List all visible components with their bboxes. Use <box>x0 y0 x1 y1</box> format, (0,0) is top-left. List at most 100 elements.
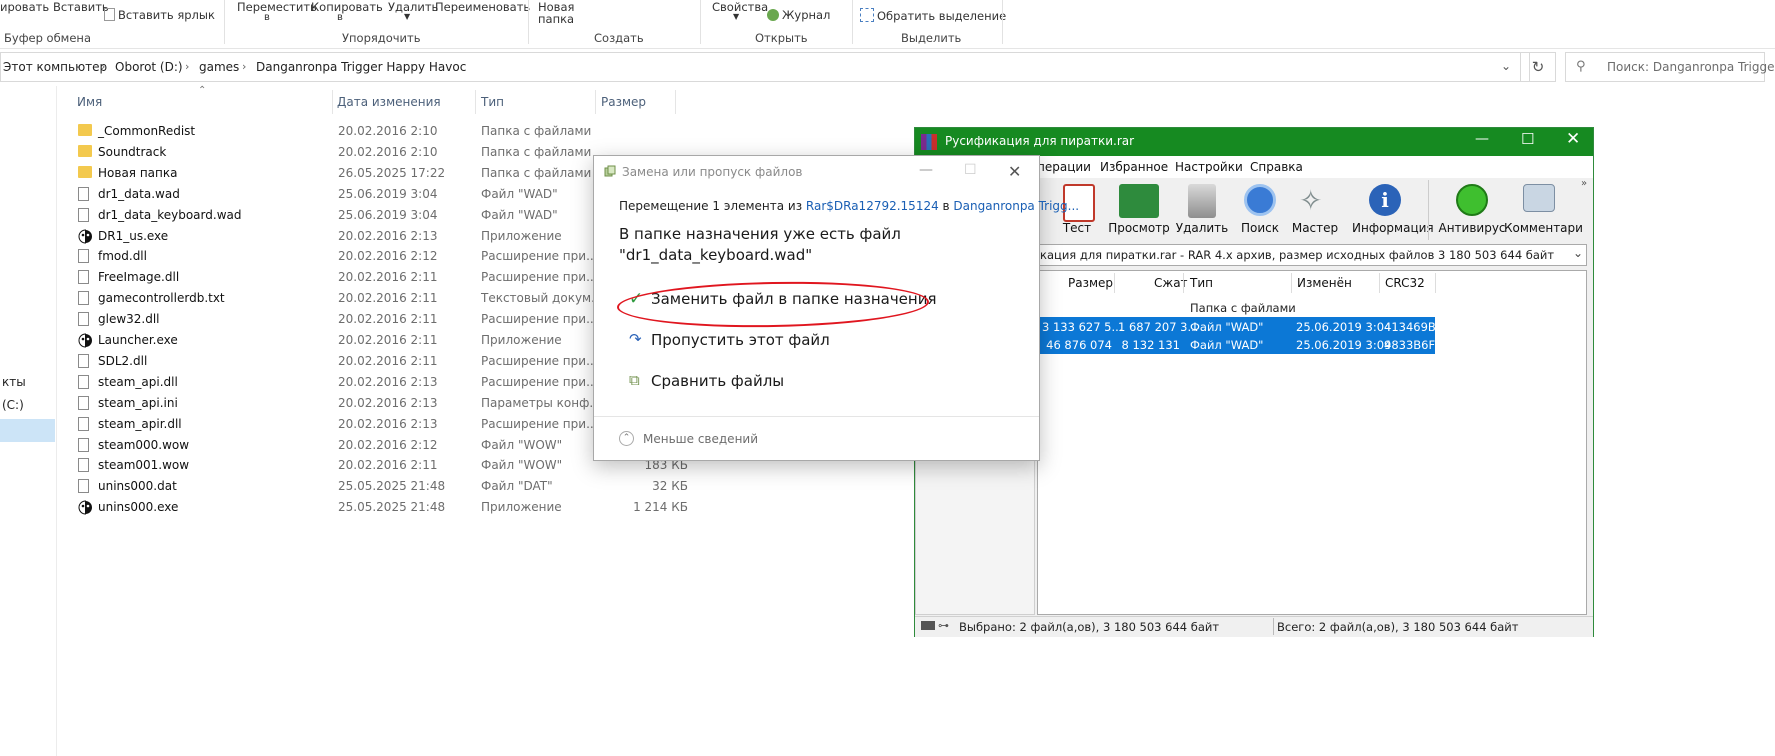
file-row[interactable]: steam_api.dll 20.02.2016 2:13 Расширение п… <box>78 372 678 393</box>
copy-files-icon <box>604 165 616 177</box>
rar-column-separator[interactable] <box>1379 273 1380 293</box>
file-row[interactable]: SDL2.dll 20.02.2016 2:11 Расширение при... <box>78 351 678 372</box>
delete-dropdown-icon[interactable]: ▼ <box>404 12 410 21</box>
file-row[interactable]: steam001.wow 20.02.2016 2:11 Файл "WOW" 183… <box>78 455 688 476</box>
comment-icon[interactable] <box>1523 184 1555 212</box>
skip-file-option[interactable]: Пропустить этот файл <box>651 331 830 349</box>
dialog-minimize-icon[interactable]: — <box>919 162 933 178</box>
menu-operations[interactable]: перации <box>1037 160 1091 174</box>
nav-item-objects[interactable]: кты <box>2 375 26 389</box>
column-separator[interactable] <box>595 90 596 114</box>
antivirus-icon[interactable] <box>1456 184 1488 216</box>
path-dropdown-icon[interactable]: ⌄ <box>1573 246 1583 260</box>
file-row[interactable]: steam_apir.dll 20.02.2016 2:13 Расширение … <box>78 414 678 435</box>
find-icon[interactable] <box>1244 184 1276 216</box>
rar-header-crc[interactable]: CRC32 <box>1385 276 1425 290</box>
archive-row[interactable]: Папка с файлами <box>1038 298 1488 317</box>
close-icon[interactable]: ✕ <box>1566 129 1580 149</box>
file-row[interactable]: dr1_data_keyboard.wad 25.06.2019 3:04 Файл… <box>78 205 678 226</box>
delete-button[interactable]: Удалить <box>388 0 438 14</box>
file-row[interactable]: DR1_us.exe 20.02.2016 2:13 Приложение <box>78 226 678 247</box>
chevron-up-icon[interactable]: ⌃ <box>619 431 634 446</box>
file-row[interactable]: steam_api.ini 20.02.2016 2:13 Параметры ко… <box>78 393 678 414</box>
paste-shortcut-button[interactable]: Вставить ярлык <box>104 8 215 22</box>
toolbar-comment[interactable]: Комментари <box>1504 221 1583 235</box>
paste-button[interactable]: Вставить <box>53 0 109 14</box>
file-icon <box>78 249 89 264</box>
column-header-date[interactable]: Дата изменения <box>337 95 441 109</box>
breadcrumb-games[interactable]: games <box>199 60 239 74</box>
toolbar-overflow-icon[interactable]: » <box>1581 178 1587 189</box>
breadcrumb-this-pc[interactable]: Этот компьютер <box>3 60 107 74</box>
properties-dropdown-icon[interactable]: ▼ <box>733 12 739 21</box>
file-type: Файл "DAT" <box>481 479 553 494</box>
file-row[interactable]: FreeImage.dll 20.02.2016 2:11 Расширение п… <box>78 267 678 288</box>
rar-header-type[interactable]: Тип <box>1190 276 1213 290</box>
wizard-icon[interactable]: ✧ <box>1299 184 1339 218</box>
rar-column-separator[interactable] <box>1291 273 1292 293</box>
properties-button[interactable]: Свойства <box>712 0 768 14</box>
archive-row[interactable]: 46 876 074 8 132 131 Файл "WAD" 25.06.2019 … <box>1038 335 1442 354</box>
archive-row[interactable]: 3 133 627 5... 1 687 207 3... Файл "WAD" 25… <box>1038 316 1444 336</box>
breadcrumb-drive[interactable]: Oborot (D:) <box>115 60 183 74</box>
file-row[interactable]: _CommonRedist 20.02.2016 2:10 Папка с файл… <box>78 121 678 142</box>
address-dropdown-icon[interactable]: ⌄ <box>1501 59 1511 73</box>
column-header-name[interactable]: Имя <box>77 95 102 109</box>
file-row[interactable]: gamecontrollerdb.txt 20.02.2016 2:11 Текст… <box>78 288 678 309</box>
rar-column-separator[interactable] <box>1114 273 1115 293</box>
column-separator[interactable] <box>675 90 676 114</box>
menu-settings[interactable]: Настройки <box>1175 160 1243 174</box>
column-separator[interactable] <box>332 90 333 114</box>
rar-column-separator[interactable] <box>1183 273 1184 293</box>
source-link[interactable]: Rar$DRa12792.15124 <box>806 199 939 213</box>
column-header-type[interactable]: Тип <box>481 95 504 109</box>
breadcrumb-separator-icon[interactable]: › <box>101 60 105 73</box>
compare-files-option[interactable]: Сравнить файлы <box>651 372 784 390</box>
menu-help[interactable]: Справка <box>1250 160 1303 174</box>
search-input[interactable]: ⚲ Поиск: Danganronpa Trigge... <box>1565 52 1775 82</box>
file-row[interactable]: Soundtrack 20.02.2016 2:10 Папка с файлами <box>78 142 678 163</box>
toolbar-antivirus[interactable]: Антивирус <box>1437 221 1507 235</box>
nav-item-drive-c[interactable]: (C:) <box>2 398 24 412</box>
history-button[interactable]: Журнал <box>767 8 830 22</box>
toolbar-test[interactable]: Тест <box>1042 221 1112 235</box>
file-row[interactable]: Launcher.exe 20.02.2016 2:11 Приложение <box>78 330 678 351</box>
file-row[interactable]: Новая папка 26.05.2025 17:22 Папка с файла… <box>78 163 678 184</box>
refresh-icon[interactable]: ↻ <box>1520 52 1556 82</box>
view-icon[interactable] <box>1119 184 1159 218</box>
minimize-icon[interactable]: — <box>1475 131 1489 147</box>
rar-header-modified[interactable]: Изменён <box>1297 276 1352 290</box>
file-row[interactable]: glew32.dll 20.02.2016 2:11 Расширение при.… <box>78 309 678 330</box>
maximize-icon[interactable]: ☐ <box>1521 130 1534 148</box>
move-to-button[interactable]: Переместить <box>237 0 317 14</box>
copy-path-button[interactable]: ировать <box>0 0 49 14</box>
column-separator[interactable] <box>475 90 476 114</box>
invert-selection-button[interactable]: Обратить выделение <box>860 8 1006 23</box>
file-row[interactable]: dr1_data.wad 25.06.2019 3:04 Файл "WAD" <box>78 184 678 205</box>
dialog-close-icon[interactable]: ✕ <box>1008 162 1021 181</box>
rar-column-separator[interactable] <box>1435 273 1436 293</box>
menu-favorites[interactable]: Избранное <box>1100 160 1168 174</box>
breadcrumb-separator-icon[interactable]: › <box>242 60 246 73</box>
file-row[interactable]: unins000.dat 25.05.2025 21:48 Файл "DAT" 32… <box>78 476 688 497</box>
breadcrumb-current-folder[interactable]: Danganronpa Trigger Happy Havoc <box>256 60 466 74</box>
file-row[interactable]: unins000.exe 25.05.2025 21:48 Приложение 1 … <box>78 497 688 518</box>
column-header-size[interactable]: Размер <box>601 95 646 109</box>
delete-icon[interactable] <box>1188 184 1216 218</box>
rename-button[interactable]: Переименовать <box>435 0 530 14</box>
address-bar[interactable]: Этот компьютер › Oborot (D:) › games › D… <box>0 52 1530 82</box>
toolbar-view[interactable]: Просмотр <box>1104 221 1174 235</box>
archive-path-bar[interactable]: кация для пиратки.rar - RAR 4.x архив, р… <box>1037 244 1587 266</box>
breadcrumb-separator-icon[interactable]: › <box>185 60 189 73</box>
nav-item-selected[interactable] <box>0 419 55 442</box>
winrar-title-bar[interactable]: Русификация для пиратки.rar — ☐ ✕ <box>915 128 1593 156</box>
rar-header-size[interactable]: Размер <box>1068 276 1113 290</box>
fewer-details-button[interactable]: Меньше сведений <box>643 432 758 446</box>
toolbar-info[interactable]: Информация <box>1352 221 1434 235</box>
file-row[interactable]: steam000.wow 20.02.2016 2:12 Файл "WOW" <box>78 435 678 456</box>
destination-link[interactable]: Danganronpa Trigg... <box>953 199 1079 213</box>
copy-to-button[interactable]: Копировать <box>311 0 383 14</box>
toolbar-wizard[interactable]: Мастер <box>1280 221 1350 235</box>
file-row[interactable]: fmod.dll 20.02.2016 2:12 Расширение при... <box>78 246 678 267</box>
info-icon[interactable]: i <box>1369 184 1401 216</box>
